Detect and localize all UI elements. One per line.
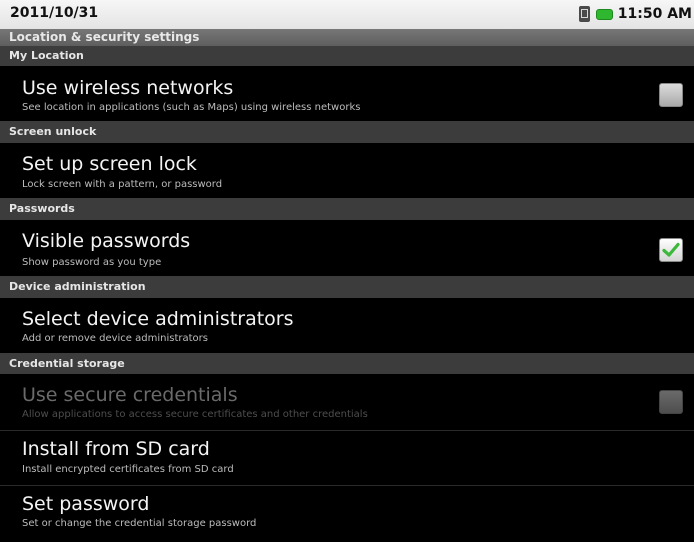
pref-summary: Set or change the credential storage pas… [22,518,257,529]
page-title: Location & security settings [0,29,694,46]
pref-title: Visible passwords [22,230,191,252]
pref-summary: Lock screen with a pattern, or password [22,179,223,190]
section-header-passwords: Passwords [0,198,694,220]
pref-title: Use secure credentials [22,384,238,406]
pref-summary: Add or remove device administrators [22,333,208,344]
pref-summary: Show password as you type [22,257,162,268]
pref-set-password[interactable]: Set password Set or change the credentia… [0,486,694,542]
pref-title: Select device administrators [22,308,294,330]
status-icons: 11:50 AM [578,4,694,24]
pref-summary: Install encrypted certificates from SD c… [22,464,234,475]
section-header-device-administration: Device administration [0,276,694,298]
status-time: 11:50 AM [617,6,692,22]
pref-use-secure-credentials[interactable]: Use secure credentials Allow application… [0,374,694,430]
pref-summary: Allow applications to access secure cert… [22,409,368,420]
wireless-checkbox[interactable] [659,83,683,107]
pref-title: Set password [22,493,150,515]
checkmark-icon [662,242,680,257]
pref-summary: See location in applications (such as Ma… [22,102,361,113]
status-date: 2011/10/31 [10,5,99,21]
battery-icon [595,8,613,20]
pref-use-wireless-networks[interactable]: Use wireless networks See location in ap… [0,66,694,121]
pref-install-from-sd-card[interactable]: Install from SD card Install encrypted c… [0,431,694,485]
section-header-screen-unlock: Screen unlock [0,121,694,143]
pref-title: Use wireless networks [22,77,234,99]
secure-credentials-checkbox[interactable] [659,390,683,414]
visible-passwords-checkbox[interactable] [659,238,683,262]
status-bar: 2011/10/31 11:50 AM [0,0,694,29]
pref-select-device-administrators[interactable]: Select device administrators Add or remo… [0,298,694,353]
pref-visible-passwords[interactable]: Visible passwords Show password as you t… [0,220,694,276]
pref-title: Install from SD card [22,438,210,460]
section-header-my-location: My Location [0,46,694,66]
sim-card-icon [578,6,590,22]
section-header-credential-storage: Credential storage [0,353,694,374]
pref-set-up-screen-lock[interactable]: Set up screen lock Lock screen with a pa… [0,143,694,198]
pref-title: Set up screen lock [22,153,197,175]
